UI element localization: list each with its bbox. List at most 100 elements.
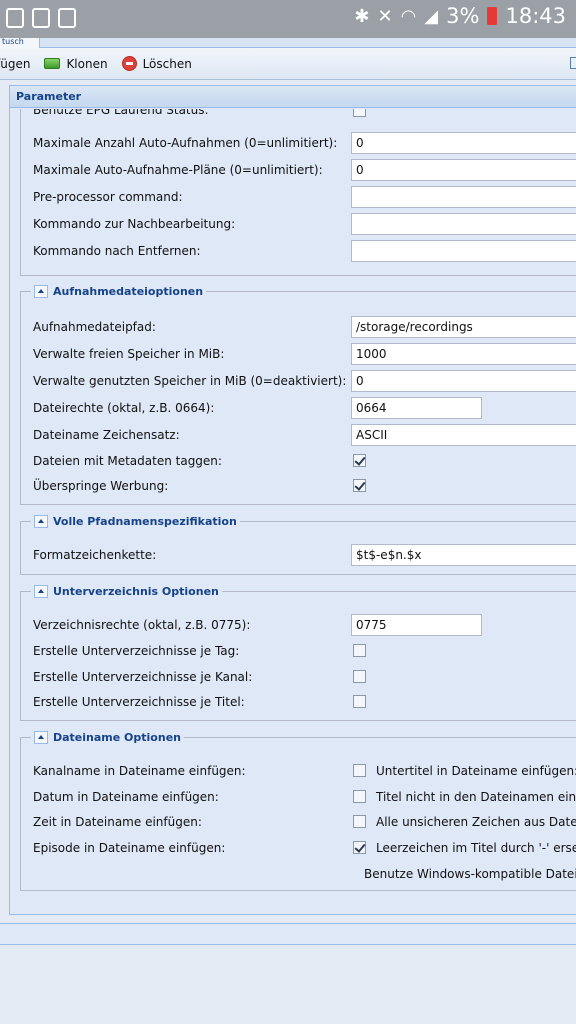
max-auto-recordings-input[interactable]: 0 (351, 132, 576, 154)
recording-file-legend-label: Aufnahmedateioptionen (53, 285, 204, 298)
clock: 18:43 (505, 4, 566, 28)
windows-compat-row: Benutze Windows-kompatible Datein (33, 863, 576, 885)
post-remove-input[interactable] (351, 240, 576, 262)
subtitle-label: Untertitel in Dateiname einfügen: (376, 764, 576, 778)
subdir-fieldset: Unterverzeichnis Optionen Verzeichnisrec… (20, 585, 576, 721)
time-row: Zeit in Dateiname einfügen: Alle unsiche… (33, 811, 576, 833)
post-remove-label: Kommando nach Entfernen: (33, 244, 201, 258)
epg-status-row: Benutze EPG Laufend Status: (33, 109, 576, 123)
subdir-channel-row: Erstelle Unterverzeichnisse je Kanal: (33, 666, 576, 688)
skip-commercials-checkbox[interactable] (353, 479, 366, 492)
skip-commercials-row: Überspringe Werbung: (33, 475, 576, 497)
tab-strip: tusch (0, 38, 576, 48)
file-permissions-label: Dateirechte (oktal, z.B. 0664): (33, 401, 215, 415)
postprocess-row: Kommando zur Nachbearbeitung: (33, 213, 576, 235)
date-checkbox[interactable] (353, 790, 366, 803)
max-auto-plans-label: Maximale Auto-Aufnahme-Pläne (0=unlimiti… (33, 163, 323, 177)
post-remove-row: Kommando nach Entfernen: (33, 240, 576, 262)
toolbar-overflow-icon[interactable] (570, 57, 576, 69)
date-label: Datum in Dateiname einfügen: (33, 790, 219, 804)
skip-commercials-label: Überspringe Werbung: (33, 479, 169, 493)
battery-low-icon (487, 7, 498, 25)
date-row: Datum in Dateiname einfügen: Titel nicht… (33, 786, 576, 808)
max-auto-plans-row: Maximale Auto-Aufnahme-Pläne (0=unlimiti… (33, 159, 576, 181)
episode-row: Episode in Dateiname einfügen: Leerzeich… (33, 837, 576, 859)
format-string-input[interactable]: $t$-e$n.$x (351, 544, 576, 566)
collapse-icon[interactable] (34, 731, 48, 744)
filename-fieldset: Dateiname Optionen Kanalname in Dateinam… (20, 731, 576, 891)
dir-permissions-label: Verzeichnisrechte (oktal, z.B. 0775): (33, 618, 251, 632)
title-not-label: Titel nicht in den Dateinamen einfüg (376, 790, 576, 804)
subdir-day-checkbox[interactable] (353, 644, 366, 657)
parameter-panel: Parameter Benutze EPG Laufend Status: Ma… (9, 85, 576, 915)
subdir-channel-checkbox[interactable] (353, 670, 366, 683)
recycle-notification-icon (58, 8, 76, 28)
full-path-legend[interactable]: Volle Pfadnamenspezifikation (31, 515, 240, 528)
charset-select[interactable]: ASCII (351, 424, 576, 446)
max-auto-plans-input[interactable]: 0 (351, 159, 576, 181)
filename-legend-label: Dateiname Optionen (53, 731, 181, 744)
unsafe-chars-label: Alle unsicheren Zeichen aus Dateina (376, 815, 576, 829)
max-auto-recordings-row: Maximale Anzahl Auto-Aufnahmen (0=unlimi… (33, 132, 576, 154)
clone-icon (44, 58, 61, 69)
bottom-toolbar (0, 923, 576, 945)
preprocessor-input[interactable] (351, 186, 576, 208)
filename-legend[interactable]: Dateiname Optionen (31, 731, 184, 744)
file-permissions-input[interactable]: 0664 (351, 397, 482, 419)
general-fieldset: Benutze EPG Laufend Status: Maximale Anz… (20, 109, 576, 276)
used-space-row: Verwalte genutzten Speicher in MiB (0=de… (33, 370, 576, 392)
episode-checkbox[interactable] (353, 841, 366, 854)
recording-file-legend[interactable]: Aufnahmedateioptionen (31, 285, 206, 298)
time-checkbox[interactable] (353, 815, 366, 828)
subdir-channel-label: Erstelle Unterverzeichnisse je Kanal: (33, 670, 253, 684)
panel-title: Parameter (10, 86, 576, 108)
subdir-title-label: Erstelle Unterverzeichnisse je Titel: (33, 695, 245, 709)
battery-percent: 3% (446, 4, 480, 28)
channel-name-row: Kanalname in Dateiname einfügen: Unterti… (33, 760, 576, 782)
status-bar: ✱ ✕ ◠ ◢ 3% 18:43 (0, 0, 576, 38)
insert-button-label: fügen (0, 56, 31, 71)
recording-path-row: Aufnahmedateipfad: /storage/recordings (33, 316, 576, 338)
epg-status-label: Benutze EPG Laufend Status: (33, 109, 209, 117)
mute-icon: ✕ (377, 5, 393, 27)
active-tab[interactable]: tusch (0, 38, 40, 48)
epg-status-checkbox[interactable] (353, 109, 366, 117)
preprocessor-row: Pre-processor command: (33, 186, 576, 208)
channel-name-checkbox[interactable] (353, 764, 366, 777)
max-auto-recordings-label: Maximale Anzahl Auto-Aufnahmen (0=unlimi… (33, 136, 338, 150)
alert-notification-icon (6, 8, 24, 28)
free-space-label: Verwalte freien Speicher in MiB: (33, 347, 225, 361)
collapse-icon[interactable] (34, 515, 48, 528)
subdir-day-row: Erstelle Unterverzeichnisse je Tag: (33, 640, 576, 662)
insert-button[interactable]: fügen (0, 57, 30, 71)
charset-row: Dateiname Zeichensatz: ASCII (33, 424, 576, 446)
full-path-fieldset: Volle Pfadnamenspezifikation Formatzeich… (20, 515, 576, 575)
file-permissions-row: Dateirechte (oktal, z.B. 0664): 0664 (33, 397, 576, 419)
delete-button-label: Löschen (142, 56, 192, 71)
dir-permissions-input[interactable]: 0775 (351, 614, 482, 636)
delete-button[interactable]: Löschen (121, 56, 192, 71)
collapse-icon[interactable] (34, 285, 48, 298)
windows-compat-label: Benutze Windows-kompatible Datein (364, 867, 576, 881)
charset-label: Dateiname Zeichensatz: (33, 428, 180, 442)
tag-metadata-checkbox[interactable] (353, 454, 366, 467)
recording-file-fieldset: Aufnahmedateioptionen Aufnahmedateipfad:… (20, 285, 576, 505)
subdir-title-checkbox[interactable] (353, 695, 366, 708)
postprocess-input[interactable] (351, 213, 576, 235)
replace-spaces-label: Leerzeichen im Titel durch '-' ersetze (376, 841, 576, 855)
full-path-legend-label: Volle Pfadnamenspezifikation (53, 515, 237, 528)
format-string-label: Formatzeichenkette: (33, 548, 157, 562)
clone-button[interactable]: Klonen (44, 56, 108, 71)
recording-path-label: Aufnahmedateipfad: (33, 320, 156, 334)
used-space-label: Verwalte genutzten Speicher in MiB (0=de… (33, 374, 347, 388)
clone-button-label: Klonen (66, 56, 108, 71)
recording-path-input[interactable]: /storage/recordings (351, 316, 576, 338)
free-space-input[interactable]: 1000 (351, 343, 576, 365)
wifi-icon: ◠ (400, 5, 417, 27)
subdir-legend[interactable]: Unterverzeichnis Optionen (31, 585, 222, 598)
collapse-icon[interactable] (34, 585, 48, 598)
used-space-input[interactable]: 0 (351, 370, 576, 392)
channel-name-label: Kanalname in Dateiname einfügen: (33, 764, 246, 778)
preprocessor-label: Pre-processor command: (33, 190, 183, 204)
tag-metadata-row: Dateien mit Metadaten taggen: (33, 450, 576, 472)
